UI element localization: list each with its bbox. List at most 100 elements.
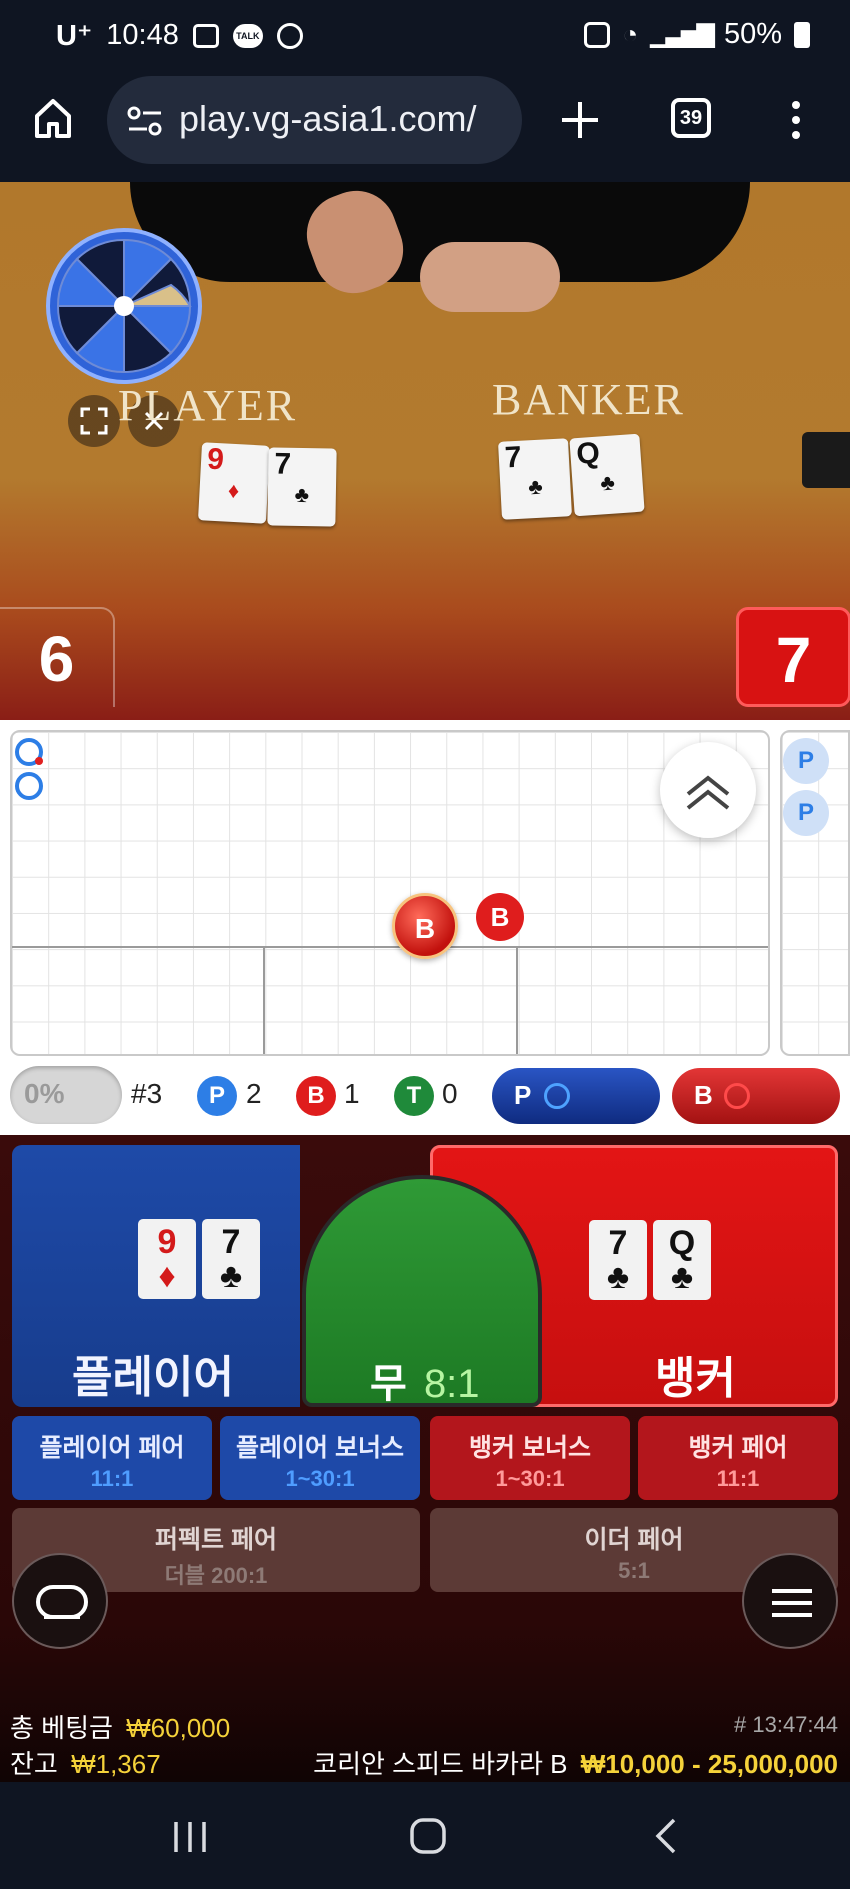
banker-count-badge: B: [296, 1076, 336, 1116]
tie-bet-panel[interactable]: 무 8:1: [302, 1175, 542, 1407]
player-predict-button[interactable]: P: [492, 1068, 660, 1124]
player-pair-bet[interactable]: 플레이어 페어 11:1: [12, 1416, 212, 1500]
banker-score: 7: [736, 607, 850, 707]
roadmap-mode-icon[interactable]: [12, 737, 46, 803]
card-rank: 9: [157, 1223, 177, 1261]
system-nav-bar: [0, 1782, 850, 1889]
status-time: 10:48: [106, 19, 179, 51]
table-card: 7 ♣: [267, 447, 337, 527]
side-bet-label: 뱅커 보너스: [469, 1434, 591, 1462]
tie-bet-label: 무: [370, 1362, 407, 1406]
talk-icon: TALK: [232, 23, 263, 48]
card-suit: ♣: [527, 473, 544, 500]
carrier-label: U⁺: [56, 20, 93, 52]
new-tab-icon[interactable]: [560, 100, 600, 140]
nav-home-icon[interactable]: [408, 1816, 448, 1856]
card-rank: 7: [503, 440, 523, 475]
player-count: 2: [246, 1078, 262, 1109]
table-card: 9 ♦: [198, 442, 270, 524]
data-saver-icon: [584, 21, 611, 48]
balance-value: ₩1,367: [71, 1749, 161, 1779]
alarm-icon: [276, 22, 303, 49]
wheel-icon[interactable]: [45, 227, 203, 385]
side-bet-odds: 11:1: [716, 1466, 760, 1491]
banker-felt-label: BANKER: [492, 375, 685, 424]
card-shoe: [802, 432, 850, 488]
card-suit: ♦: [158, 1257, 176, 1295]
live-video: PLAYER BANKER 9 ♦ 7 ♣ 7 ♣ Q ♣ 6 7: [0, 182, 850, 720]
total-bet-label: 총 베팅금: [10, 1713, 113, 1743]
roadmap-grid: [10, 730, 770, 1056]
player-bet-label: 플레이어: [72, 1353, 234, 1402]
more-icon[interactable]: [790, 100, 802, 140]
card-rank: Q: [668, 1224, 696, 1262]
side-bet-label: 뱅커 페어: [688, 1434, 788, 1462]
banker-card: Q ♣: [653, 1220, 711, 1300]
player-felt-label: PLAYER: [118, 381, 298, 430]
card-rank: Q: [575, 436, 601, 472]
signal-icon: ▁▃▅▇: [650, 21, 715, 48]
roadmap-divider: [12, 946, 768, 948]
banker-bonus-bet[interactable]: 뱅커 보너스 1~30:1: [430, 1416, 630, 1500]
round-number: #3: [131, 1078, 163, 1109]
side-bet-label: 플레이어 보너스: [236, 1434, 404, 1462]
card-suit: ♦: [227, 477, 240, 504]
url-text[interactable]: play.vg-asia1.com/: [179, 98, 476, 140]
roadmap-divider: [516, 946, 518, 1054]
address-bar[interactable]: play.vg-asia1.com/: [107, 76, 522, 164]
percent-toggle[interactable]: 0%: [10, 1066, 122, 1124]
bet-info-bar: 총 베팅금 ₩60,000 잔고 ₩1,367 # 13:47:44 코리안 스…: [0, 1700, 850, 1782]
game-id: # 13:47:44: [734, 1712, 838, 1737]
side-bet-odds: 1~30:1: [495, 1466, 565, 1491]
banker-predict-label: B: [694, 1080, 713, 1110]
banker-card: 7 ♣: [589, 1220, 647, 1300]
site-settings-icon[interactable]: [127, 104, 163, 146]
side-roadmap-ball: P: [783, 738, 829, 784]
dealer-hand: [420, 242, 560, 312]
predict-circle-icon: [724, 1083, 750, 1109]
card-suit: ♣: [606, 1258, 630, 1296]
card-suit: ♣: [670, 1258, 694, 1296]
player-count-badge: P: [197, 1076, 237, 1116]
battery-percent: 50%: [723, 18, 782, 50]
card-rank: 7: [608, 1224, 628, 1262]
home-icon[interactable]: [33, 96, 73, 140]
roadmap-result-ball: B: [476, 893, 524, 941]
card-rank: 9: [206, 442, 225, 477]
card-rank: 7: [274, 447, 292, 481]
fullscreen-icon[interactable]: [68, 395, 120, 447]
roadmap-divider: [263, 946, 265, 1054]
banker-pair-bet[interactable]: 뱅커 페어 11:1: [638, 1416, 838, 1500]
banker-count: 1: [344, 1078, 360, 1109]
collapse-icon[interactable]: [660, 742, 756, 838]
side-bet-odds: 11:1: [90, 1466, 134, 1491]
table-card: 7 ♣: [498, 438, 572, 520]
tie-count-badge: T: [394, 1076, 434, 1116]
card-suit: ♣: [294, 481, 310, 508]
table-limits: ₩10,000 - 25,000,000: [580, 1749, 838, 1779]
banker-predict-button[interactable]: B: [672, 1068, 840, 1124]
nav-back-icon[interactable]: [650, 1816, 680, 1856]
side-bet-label: 이더 페어: [584, 1526, 684, 1554]
wifi-icon: ◔: [622, 19, 639, 49]
player-score: 6: [0, 607, 115, 707]
roadmap-result-ball: B: [392, 893, 458, 959]
side-roadmap-ball: P: [783, 790, 829, 836]
menu-icon[interactable]: [742, 1553, 838, 1649]
player-card: 9 ♦: [138, 1219, 196, 1299]
player-card: 7 ♣: [202, 1219, 260, 1299]
player-bet-panel[interactable]: 9 ♦ 7 ♣ 플레이어: [12, 1145, 300, 1407]
tie-count: 0: [442, 1078, 458, 1109]
tab-switcher-icon[interactable]: 39: [671, 98, 711, 138]
card-rank: 7: [221, 1223, 241, 1261]
chat-icon[interactable]: [12, 1553, 108, 1649]
percent-label: 0%: [24, 1078, 65, 1109]
battery-icon: [794, 21, 810, 48]
recents-icon[interactable]: [170, 1820, 210, 1854]
player-bonus-bet[interactable]: 플레이어 보너스 1~30:1: [220, 1416, 420, 1500]
balance-label: 잔고: [10, 1749, 58, 1779]
status-bar: U⁺ 10:48 TALK ◔ ▁▃▅▇ 50%: [0, 0, 850, 72]
table-card: Q ♣: [569, 433, 645, 517]
gallery-icon: [192, 23, 219, 48]
card-suit: ♣: [219, 1257, 243, 1295]
